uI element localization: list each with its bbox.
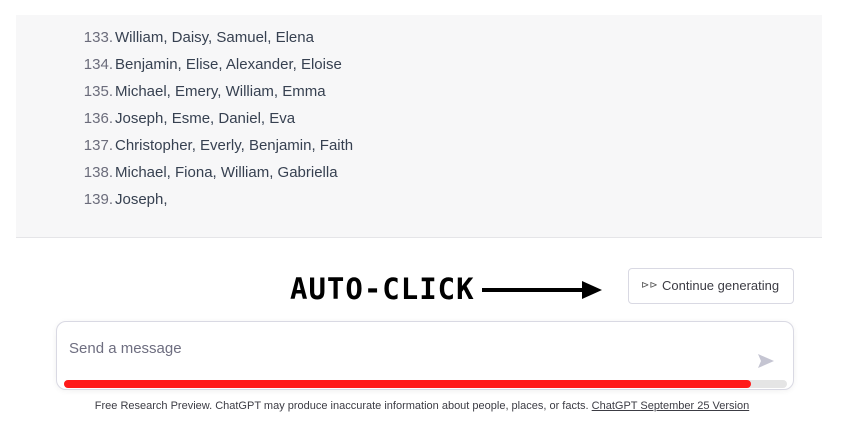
list-number: 138.	[83, 164, 113, 181]
footer-disclaimer: Free Research Preview. ChatGPT may produ…	[0, 400, 844, 412]
send-icon[interactable]	[757, 353, 775, 369]
list-text: William, Daisy, Samuel, Elena	[115, 29, 314, 46]
version-link[interactable]: ChatGPT September 25 Version	[592, 400, 750, 412]
continue-generating-button[interactable]: ⊳⊳ Continue generating	[628, 268, 794, 304]
list-number: 133.	[83, 29, 113, 46]
assistant-message: 133. William, Daisy, Samuel, Elena 134. …	[16, 15, 822, 238]
list-number: 136.	[83, 110, 113, 127]
double-play-icon: ⊳⊳	[641, 280, 658, 291]
list-text: Benjamin, Elise, Alexander, Eloise	[115, 56, 342, 73]
auto-click-label: AUTO-CLICK	[290, 272, 475, 306]
progress-bar	[64, 380, 787, 388]
list-text: Michael, Fiona, William, Gabriella	[115, 164, 338, 181]
continue-generating-label: Continue generating	[662, 278, 780, 293]
message-composer	[56, 321, 794, 390]
list-text: Joseph,	[115, 191, 168, 208]
disclaimer-text: Free Research Preview. ChatGPT may produ…	[94, 400, 589, 412]
progress-bar-fill	[64, 380, 751, 388]
right-arrow-icon	[482, 281, 602, 299]
list-number: 137.	[83, 137, 113, 154]
list-text: Christopher, Everly, Benjamin, Faith	[115, 137, 354, 154]
message-input[interactable]	[69, 336, 729, 360]
list-number: 134.	[83, 56, 113, 73]
list-text: Michael, Emery, William, Emma	[115, 83, 326, 100]
list-number: 135.	[83, 83, 113, 100]
list-number: 139.	[83, 191, 113, 208]
list-text: Joseph, Esme, Daniel, Eva	[115, 110, 296, 127]
